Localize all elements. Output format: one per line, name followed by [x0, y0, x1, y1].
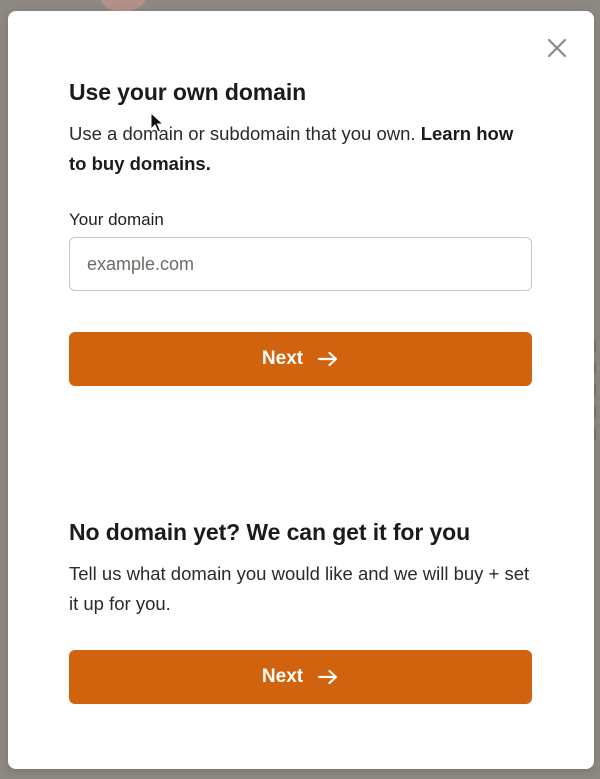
own-domain-title: Use your own domain	[69, 79, 307, 105]
buy-domain-next-label: Next	[261, 666, 304, 687]
arrow-right-icon	[317, 351, 339, 367]
arrow-right-icon	[317, 669, 339, 685]
domain-dialog: Use your own domain Use a domain or subd…	[8, 11, 594, 769]
own-domain-section: Use your own domain Use a domain or subd…	[69, 77, 532, 386]
own-domain-next-button[interactable]: Next	[69, 332, 532, 386]
domain-input[interactable]	[69, 237, 532, 291]
close-button[interactable]	[546, 37, 568, 59]
own-domain-description-text: Use a domain or subdomain that you own.	[69, 123, 416, 144]
own-domain-description: Use a domain or subdomain that you own. …	[69, 119, 532, 179]
page-backdrop[interactable]: Use your own domain Use a domain or subd…	[0, 0, 600, 779]
buy-domain-title: No domain yet? We can get it for you	[69, 519, 471, 545]
own-domain-next-label: Next	[261, 348, 304, 369]
buy-domain-description: Tell us what domain you would like and w…	[69, 563, 530, 614]
buy-domain-next-button[interactable]: Next	[69, 650, 532, 704]
buy-domain-section: No domain yet? We can get it for you Tel…	[69, 517, 532, 704]
domain-field-label: Your domain	[69, 210, 164, 229]
close-icon	[547, 38, 567, 58]
